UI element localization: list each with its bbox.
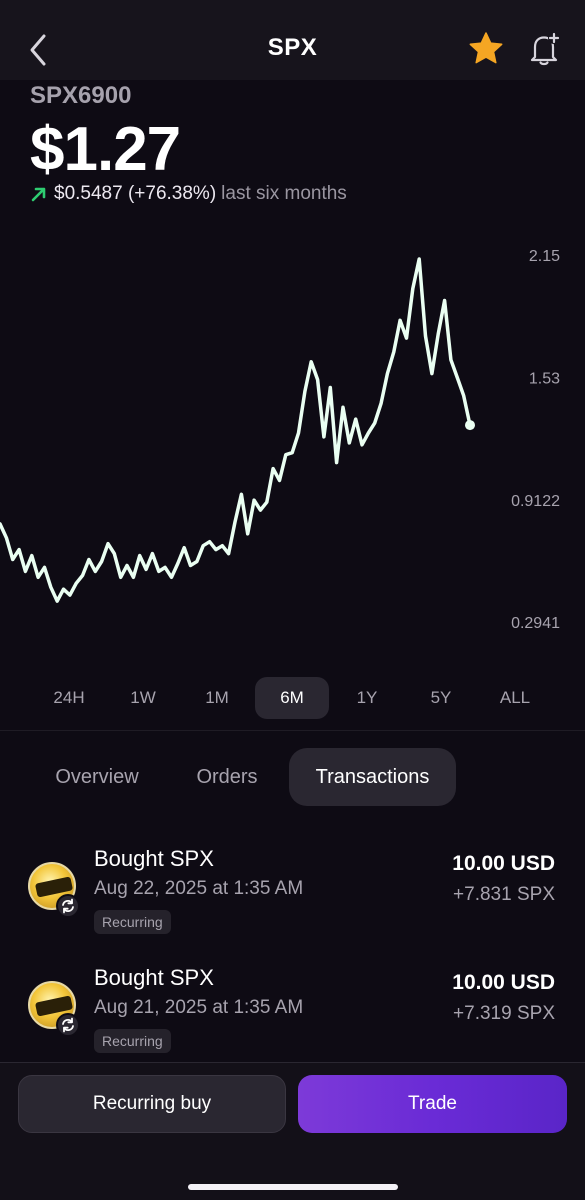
- tab-transactions[interactable]: Transactions: [289, 748, 456, 806]
- transaction-amount: 10.00 USD: [452, 971, 555, 994]
- recurring-tag: Recurring: [94, 910, 171, 934]
- recurring-badge: [56, 1013, 80, 1037]
- y-tick-label: 1.53: [529, 371, 560, 388]
- recurring-icon: [62, 898, 74, 914]
- tab-overview[interactable]: Overview: [30, 748, 164, 806]
- trade-button[interactable]: Trade: [298, 1075, 567, 1133]
- price-line: [0, 257, 472, 603]
- price-change: $0.5487 (+76.38%) last six months: [30, 183, 347, 205]
- change-period: last six months: [221, 183, 347, 204]
- bell-plus-icon: [530, 32, 560, 66]
- transaction-quantity: +7.319 SPX: [453, 1003, 555, 1024]
- range-1m[interactable]: 1M: [180, 677, 254, 719]
- transaction-title: Bought SPX: [94, 965, 214, 990]
- transaction-date: Aug 21, 2025 at 1:35 AM: [94, 997, 304, 1018]
- asset-name: SPX6900: [30, 82, 132, 109]
- recurring-badge: [56, 894, 80, 918]
- star-icon: [469, 32, 503, 64]
- range-1w[interactable]: 1W: [106, 677, 180, 719]
- recurring-tag: Recurring: [94, 1029, 171, 1053]
- favorite-button[interactable]: [466, 29, 506, 69]
- action-bar: Recurring buy Trade: [0, 1062, 585, 1200]
- range-5y[interactable]: 5Y: [404, 677, 478, 719]
- range-24h[interactable]: 24H: [32, 677, 106, 719]
- tab-orders[interactable]: Orders: [180, 748, 274, 806]
- top-bar: SPX: [0, 0, 585, 80]
- transaction-row[interactable]: Bought SPX Aug 21, 2025 at 1:35 AM Recurri…: [0, 965, 585, 1065]
- range-all[interactable]: ALL: [478, 677, 552, 719]
- transaction-title: Bought SPX: [94, 846, 214, 871]
- recurring-icon: [62, 1017, 74, 1033]
- y-tick-label: 2.15: [529, 248, 560, 265]
- home-indicator: [188, 1184, 398, 1190]
- y-tick-label: 0.9122: [511, 493, 560, 510]
- price-chart-svg: 2.15 1.53 0.9122 0.2941: [0, 248, 560, 632]
- price-alert-button[interactable]: [524, 29, 564, 69]
- transaction-quantity: +7.831 SPX: [453, 884, 555, 905]
- transaction-date: Aug 22, 2025 at 1:35 AM: [94, 878, 304, 899]
- current-price-dot: [465, 420, 475, 431]
- y-tick-label: 0.2941: [511, 615, 560, 632]
- divider: [0, 730, 585, 731]
- transaction-row[interactable]: Bought SPX Aug 22, 2025 at 1:35 AM Recurri…: [0, 846, 585, 946]
- recurring-buy-button[interactable]: Recurring buy: [18, 1075, 286, 1133]
- arrow-up-right-icon: [31, 187, 46, 202]
- range-6m[interactable]: 6M: [255, 677, 329, 719]
- detail-tabs: Overview Orders Transactions: [0, 748, 585, 806]
- change-value: $0.5487 (+76.38%): [54, 183, 217, 204]
- transaction-amount: 10.00 USD: [452, 852, 555, 875]
- time-range-selector: 24H 1W 1M 6M 1Y 5Y ALL: [30, 677, 560, 719]
- range-1y[interactable]: 1Y: [330, 677, 404, 719]
- current-price: $1.27: [30, 115, 181, 184]
- price-chart[interactable]: 2.15 1.53 0.9122 0.2941: [0, 230, 585, 660]
